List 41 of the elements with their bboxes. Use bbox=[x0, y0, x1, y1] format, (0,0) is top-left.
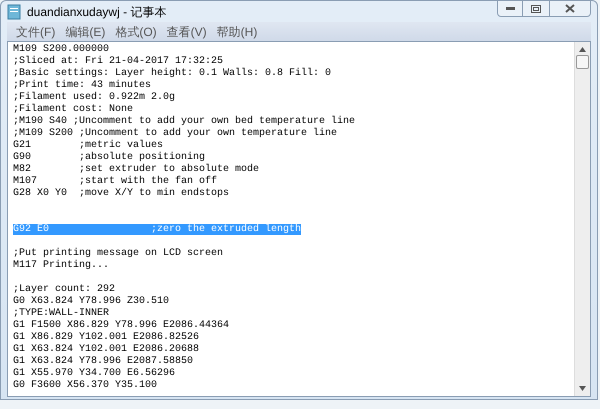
menu-item[interactable]: 编辑(E) bbox=[62, 22, 108, 40]
code-line: ;TYPE:WALL-INNER bbox=[13, 308, 110, 319]
scroll-up-icon[interactable] bbox=[579, 47, 586, 52]
code-line: G1 X86.829 Y102.001 E2086.82526 bbox=[13, 332, 200, 343]
close-icon bbox=[565, 4, 575, 13]
code-line: G21 ;metric values bbox=[13, 140, 164, 151]
scroll-down-icon[interactable] bbox=[579, 386, 586, 391]
minimize-button[interactable] bbox=[497, 0, 523, 17]
code-line: G1 X55.970 Y34.700 E6.56296 bbox=[13, 368, 176, 379]
code-line: ;M109 S200 ;Uncomment to add your own temperature line bbox=[13, 128, 338, 139]
code-line: ;Put printing message on LCD screen bbox=[13, 248, 224, 259]
code-line: ;Print time: 43 minutes bbox=[13, 80, 152, 91]
maximize-icon bbox=[531, 4, 541, 12]
scroll-thumb[interactable] bbox=[576, 55, 589, 69]
close-button[interactable] bbox=[549, 0, 591, 17]
code-line: ;Basic settings: Layer height: 0.1 Walls: 0.8 Fill: 0 bbox=[13, 68, 332, 79]
code-line: M82 ;set extruder to absolute mode bbox=[13, 164, 260, 175]
code-line: M107 ;start with the fan off bbox=[13, 176, 218, 187]
window-title: duandianxudaywj - 记事本 bbox=[27, 4, 166, 20]
menu-item[interactable]: 文件(F) bbox=[13, 22, 58, 40]
notepad-icon bbox=[7, 4, 21, 20]
code-line: G0 X63.824 Y78.996 Z30.510 bbox=[13, 296, 170, 307]
menu-item[interactable]: 格式(O) bbox=[112, 22, 160, 40]
code-line: ;Sliced at: Fri 21-04-2017 17:32:25 bbox=[13, 56, 224, 67]
code-line: G28 X0 Y0 ;move X/Y to min endstops bbox=[13, 188, 230, 199]
scroll-bar[interactable] bbox=[574, 42, 590, 396]
menu-item[interactable]: 帮助(H) bbox=[214, 22, 260, 40]
code-line: G90 ;absolute positioning bbox=[13, 152, 206, 163]
code-line: M117 Printing... bbox=[13, 260, 110, 271]
menu-item[interactable]: 查看(V) bbox=[164, 22, 210, 40]
code-line: G1 F1500 X86.829 Y78.996 E2086.44364 bbox=[13, 320, 230, 331]
code-line: G1 X63.824 Y78.996 E2087.58850 bbox=[13, 356, 194, 367]
code-line: ;Filament used: 0.922m 2.0g bbox=[13, 92, 176, 103]
code-line: G1 X63.824 Y102.001 E2086.20688 bbox=[13, 344, 200, 355]
code-line: ;Filament cost: None bbox=[13, 104, 134, 115]
code-line: M109 S200.000000 bbox=[13, 44, 110, 55]
code-line: G0 F3600 X56.370 Y35.100 bbox=[13, 380, 158, 391]
code-line: ;Layer count: 292 bbox=[13, 284, 116, 295]
maximize-button[interactable] bbox=[523, 0, 549, 17]
code-line: ;M190 S40 ;Uncomment to add your own bed temperature line bbox=[13, 116, 356, 127]
minimize-icon bbox=[506, 7, 514, 10]
